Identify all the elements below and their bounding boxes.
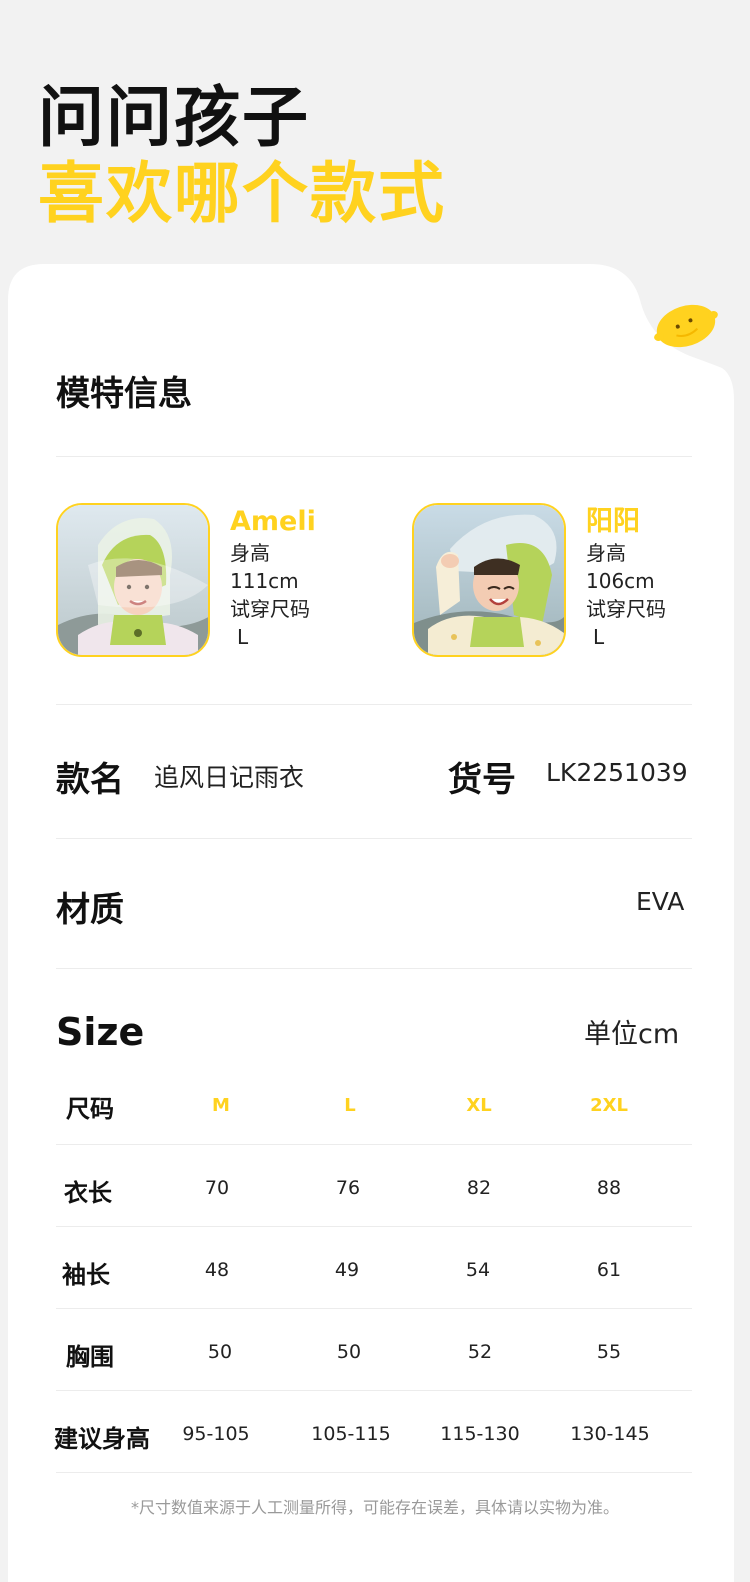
sku-value: LK2251039 <box>546 758 688 787</box>
info-card: 模特信息 Ameli 身高 111cm 试穿尺码 L 阳阳 身高 106cm 试… <box>0 0 750 1582</box>
try-size-value: L <box>237 625 249 649</box>
row-label: 胸围 <box>66 1343 114 1371</box>
height-label: 身高 <box>586 541 626 565</box>
table-cell: 61 <box>596 1259 622 1281</box>
divider <box>56 704 692 705</box>
sku-label: 货号 <box>448 760 516 800</box>
try-size-label: 试穿尺码 <box>230 597 310 621</box>
model-photo-ameli <box>56 503 210 657</box>
product-name-value: 追风日记雨衣 <box>154 763 305 792</box>
table-row: 胸围 50 50 52 55 <box>56 1309 692 1391</box>
divider <box>56 456 692 457</box>
try-size-value: L <box>593 625 605 649</box>
divider <box>56 838 692 839</box>
table-cell: 70 <box>204 1177 230 1199</box>
size-header-l: L <box>344 1095 356 1116</box>
model-section-title: 模特信息 <box>56 374 192 414</box>
size-header-2xl: 2XL <box>590 1095 628 1116</box>
material-value: EVA <box>636 887 685 916</box>
size-header-m: M <box>212 1095 230 1116</box>
table-cell: 54 <box>465 1259 491 1281</box>
table-row: 衣长 70 76 82 88 <box>56 1145 692 1227</box>
table-cell: 50 <box>336 1341 362 1363</box>
table-cell: 95-105 <box>182 1423 250 1445</box>
size-header-label: 尺码 <box>66 1095 114 1123</box>
table-cell: 82 <box>466 1177 492 1199</box>
table-cell: 105-115 <box>311 1423 391 1445</box>
model-photo-yangyang <box>412 503 566 657</box>
row-label: 建议身高 <box>54 1425 150 1453</box>
size-header-xl: XL <box>466 1095 492 1116</box>
table-row: 建议身高 95-105 105-115 115-130 130-145 <box>54 1391 692 1473</box>
table-cell: 49 <box>334 1259 360 1281</box>
divider <box>56 968 692 969</box>
product-name-label: 款名 <box>56 760 124 800</box>
row-label: 袖长 <box>62 1261 110 1289</box>
table-cell: 52 <box>467 1341 493 1363</box>
table-cell: 76 <box>335 1177 361 1199</box>
model-name: Ameli <box>230 506 316 537</box>
height-value: 111cm <box>230 569 299 593</box>
size-table: 尺码 M L XL 2XL 衣长 70 76 82 88 袖长 48 49 54… <box>54 1075 692 1473</box>
size-title: Size <box>56 1010 145 1054</box>
size-unit: 单位cm <box>584 1019 680 1050</box>
table-cell: 88 <box>596 1177 622 1199</box>
height-value: 106cm <box>586 569 655 593</box>
material-label: 材质 <box>56 890 124 930</box>
table-cell: 115-130 <box>440 1423 520 1445</box>
table-cell: 50 <box>207 1341 233 1363</box>
table-cell: 48 <box>204 1259 230 1281</box>
table-cell: 55 <box>596 1341 622 1363</box>
height-label: 身高 <box>230 541 270 565</box>
row-label: 衣长 <box>64 1179 112 1207</box>
table-row: 袖长 48 49 54 61 <box>56 1227 692 1309</box>
table-cell: 130-145 <box>570 1423 650 1445</box>
try-size-label: 试穿尺码 <box>586 597 666 621</box>
size-table-header-row: 尺码 M L XL 2XL <box>56 1075 692 1145</box>
model-name: 阳阳 <box>586 506 640 537</box>
measurement-footnote: *尺寸数值来源于人工测量所得，可能存在误差，具体请以实物为准。 <box>130 1498 619 1517</box>
